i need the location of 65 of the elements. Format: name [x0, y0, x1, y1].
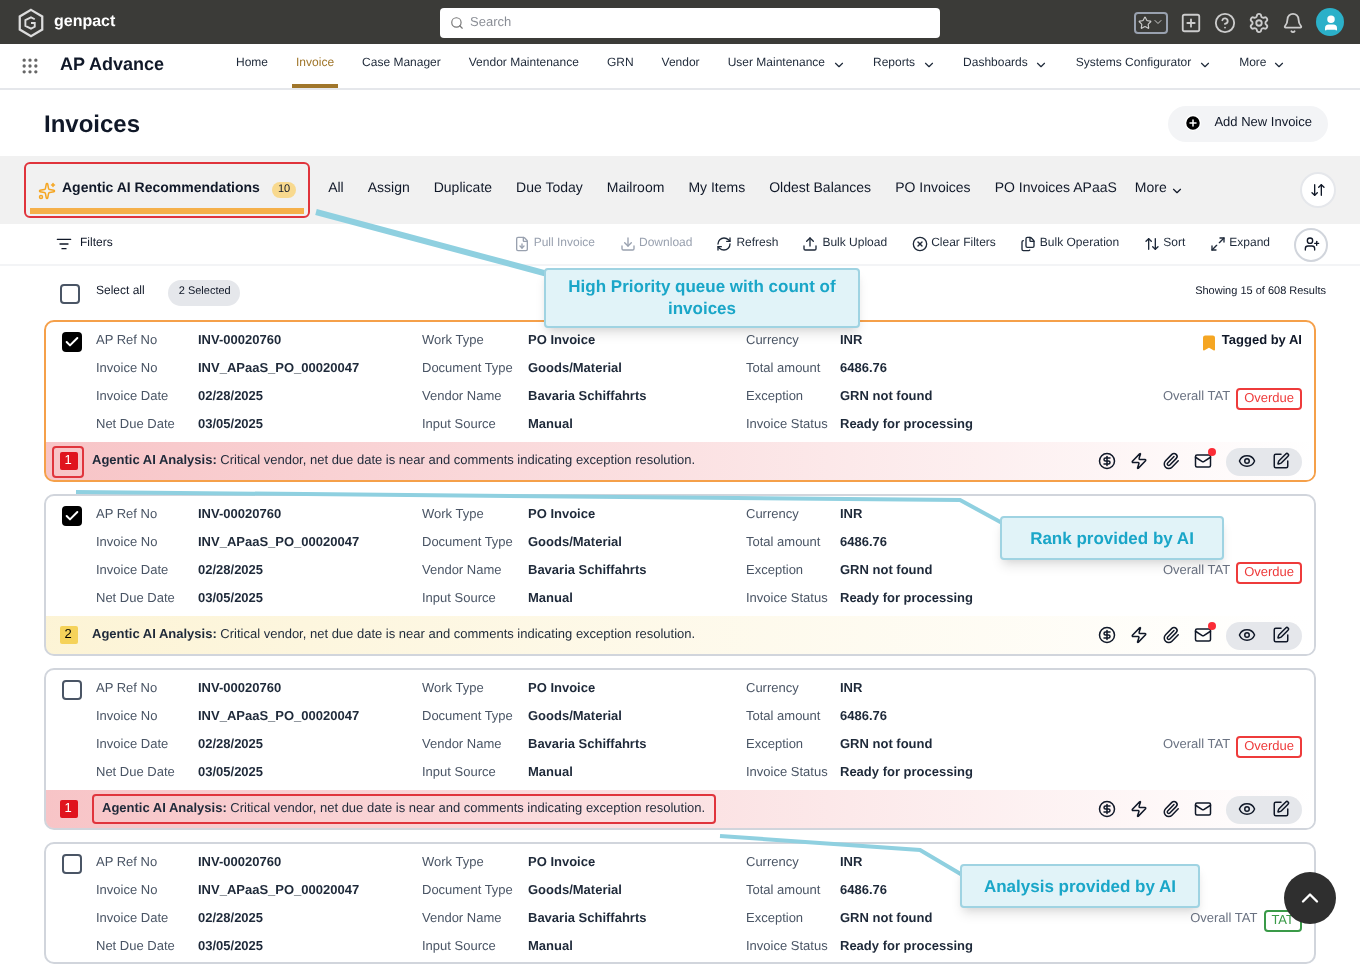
view-icon[interactable]	[1238, 626, 1256, 644]
logo-icon	[16, 7, 46, 37]
paperclip-icon[interactable]	[1162, 800, 1180, 818]
checkbox[interactable]	[62, 680, 82, 700]
sort-icon	[1143, 236, 1160, 252]
edit-icon[interactable]	[1272, 626, 1290, 644]
apps-grid-icon[interactable]	[20, 56, 40, 76]
swap-icon	[1310, 182, 1326, 198]
annotation-callout: High Priority queue with count of invoices	[544, 268, 860, 328]
checkbox[interactable]	[60, 283, 80, 303]
star-icon	[1138, 15, 1152, 29]
view-icon[interactable]	[1238, 452, 1256, 470]
chevron-down-icon	[1197, 57, 1212, 71]
expand-icon	[1209, 236, 1226, 252]
clear-icon	[911, 236, 928, 252]
dollar-icon[interactable]	[1098, 626, 1116, 644]
app-title: AP Advance	[60, 52, 167, 79]
check-icon	[64, 334, 80, 350]
plus-icon	[1184, 114, 1203, 132]
mail-icon[interactable]	[1194, 800, 1212, 818]
help-icon[interactable]	[1214, 11, 1236, 33]
check-icon	[64, 508, 80, 524]
lightning-icon[interactable]	[1130, 800, 1148, 818]
user-icon	[1321, 13, 1339, 31]
copy-icon	[1019, 236, 1036, 252]
filter-icon	[56, 236, 72, 252]
checkbox[interactable]	[62, 506, 82, 526]
avatar[interactable]	[1316, 8, 1344, 36]
lightning-icon[interactable]	[1130, 626, 1148, 644]
download-icon	[619, 236, 636, 252]
add-user-button[interactable]	[1294, 227, 1328, 261]
sparkle-icon	[38, 181, 56, 199]
chevron-down-icon	[921, 57, 936, 71]
dollar-icon[interactable]	[1098, 800, 1116, 818]
lightning-icon[interactable]	[1130, 452, 1148, 470]
edit-icon[interactable]	[1272, 452, 1290, 470]
chevron-down-icon	[1272, 57, 1287, 71]
paperclip-icon[interactable]	[1162, 452, 1180, 470]
user-plus-icon	[1303, 236, 1319, 252]
bookmark-icon	[1199, 333, 1218, 351]
settings-icon[interactable]	[1248, 11, 1270, 33]
notification-icon[interactable]	[1282, 11, 1304, 33]
search-icon	[450, 15, 464, 29]
checkbox[interactable]	[62, 854, 82, 874]
view-icon[interactable]	[1238, 800, 1256, 818]
upload-icon	[802, 236, 819, 252]
chevron-down-icon	[1170, 183, 1185, 197]
paperclip-icon[interactable]	[1162, 626, 1180, 644]
chevron-down-icon	[831, 57, 846, 71]
mail-icon[interactable]	[1194, 626, 1212, 644]
file-icon	[513, 236, 530, 252]
add-icon[interactable]	[1180, 11, 1202, 33]
dollar-icon[interactable]	[1098, 452, 1116, 470]
checkbox[interactable]	[62, 332, 82, 352]
refresh-icon	[716, 236, 733, 252]
mail-icon[interactable]	[1194, 452, 1212, 470]
brand-name: genpact	[54, 10, 116, 34]
annotation-callout: Rank provided by AI	[1000, 516, 1224, 560]
page-title: Invoices	[44, 107, 141, 141]
chevron-down-icon	[1152, 16, 1164, 28]
edit-icon[interactable]	[1272, 800, 1290, 818]
favorites-dropdown[interactable]	[1134, 11, 1168, 33]
swap-button[interactable]	[1300, 172, 1336, 208]
chevron-down-icon	[1033, 57, 1048, 71]
annotation-callout: Analysis provided by AI	[960, 864, 1200, 908]
